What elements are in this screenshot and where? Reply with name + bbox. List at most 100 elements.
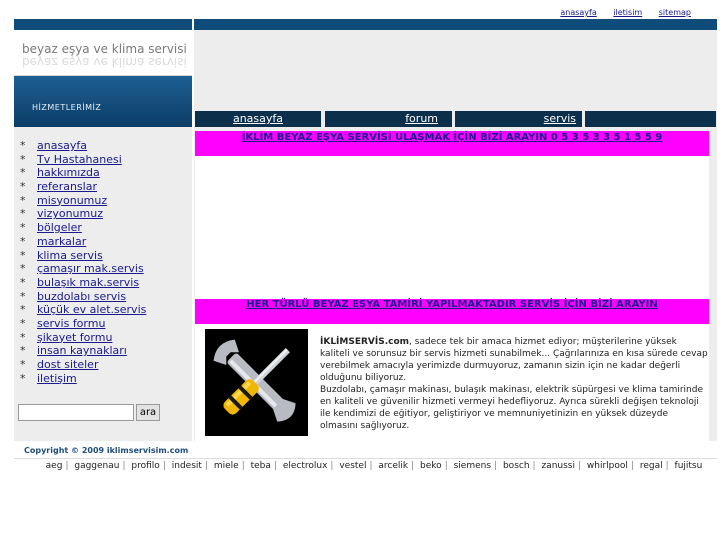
brand-item[interactable]: teba bbox=[251, 461, 271, 471]
ad-area bbox=[195, 156, 709, 299]
menu-link-kucuk-ev-alet[interactable]: küçük ev alet.servis bbox=[37, 303, 146, 316]
brand-name: İKLİMSERVİS.com bbox=[320, 337, 410, 347]
phone-banner: İKLİM BEYAZ EŞYA SERVİSİ ULAŞMAK İÇİN Bİ… bbox=[195, 131, 709, 156]
menu-item: * bölgeler bbox=[20, 221, 146, 235]
menu-bullet: * bbox=[20, 193, 26, 207]
brand-item[interactable]: gaggenau bbox=[74, 461, 119, 471]
menu-link-dost-siteler[interactable]: dost siteler bbox=[37, 358, 98, 371]
menu-bullet: * bbox=[20, 139, 26, 152]
menu-link-klima-servis[interactable]: klima servis bbox=[37, 249, 103, 262]
site-logo[interactable]: beyaz eşya ve klima servisi beyaz eşya v… bbox=[14, 30, 192, 76]
menu-bullet: * bbox=[20, 262, 26, 276]
top-link-iletisim[interactable]: iletisim bbox=[613, 8, 642, 17]
menu-bullet: * bbox=[20, 330, 26, 344]
menu-link-bolgeler[interactable]: bölgeler bbox=[37, 221, 82, 234]
menu-item: * iletişim bbox=[20, 372, 146, 386]
menu-link-insan-kaynaklari[interactable]: insan kaynakları bbox=[37, 344, 127, 357]
menu-item: * servis formu bbox=[20, 317, 146, 331]
menu-bullet: * bbox=[20, 371, 26, 385]
menu-bullet: * bbox=[20, 166, 26, 180]
menu-link-anasayfa[interactable]: anasayfa bbox=[37, 139, 87, 152]
tools-image bbox=[205, 329, 308, 436]
repair-banner-link[interactable]: HER TÜRLÜ BEYAZ EŞYA TAMİRİ YAPILMAKTADI… bbox=[246, 299, 657, 310]
menu-bullet: * bbox=[20, 275, 26, 289]
about-text: İKLİMSERVİS.com, sadece tek bir amaca hi… bbox=[320, 336, 708, 432]
top-links: anasayfa iletisim sitemap bbox=[546, 8, 691, 17]
brand-item[interactable]: fujitsu bbox=[675, 461, 703, 471]
services-menu: * anasayfa * Tv Hastahanesi * hakkımızda * r… bbox=[20, 139, 146, 385]
brand-item[interactable]: zanussi bbox=[541, 461, 575, 471]
menu-item: * referanslar bbox=[20, 180, 146, 194]
menu-bullet: * bbox=[20, 234, 26, 248]
menu-link-misyonumuz[interactable]: misyonumuz bbox=[37, 194, 107, 207]
menu-item: * vizyonumuz bbox=[20, 207, 146, 221]
menu-link-hakkimizda[interactable]: hakkımızda bbox=[37, 166, 100, 179]
content-area: İKLİMSERVİS.com, sadece tek bir amaca hi… bbox=[195, 324, 709, 441]
menu-link-tv-hastahanesi[interactable]: Tv Hastahanesi bbox=[37, 153, 122, 166]
menu-item: * klima servis bbox=[20, 249, 146, 263]
menu-link-iletisim[interactable]: iletişim bbox=[37, 372, 77, 385]
tab-servis-link[interactable]: servis bbox=[544, 112, 576, 125]
menu-link-sikayet-formu[interactable]: şikayet formu bbox=[37, 331, 112, 344]
brand-item[interactable]: regal bbox=[640, 461, 663, 471]
search-input[interactable] bbox=[18, 404, 134, 421]
copyright: Copyright © 2009 iklimservisim.com bbox=[24, 446, 189, 455]
menu-link-servis-formu[interactable]: servis formu bbox=[37, 317, 105, 330]
menu-link-buzdolabi-servis[interactable]: buzdolabı servis bbox=[37, 290, 126, 303]
search-button[interactable]: ara bbox=[136, 404, 160, 421]
menu-link-referanslar[interactable]: referanslar bbox=[37, 180, 97, 193]
menu-bullet: * bbox=[20, 221, 26, 235]
brand-item[interactable]: whirlpool bbox=[587, 461, 628, 471]
about-paragraph-2: Buzdolabı, çamaşır makinası, bulaşık mak… bbox=[320, 385, 704, 431]
menu-bullet: * bbox=[20, 248, 26, 262]
menu-item: * çamaşır mak.servis bbox=[20, 262, 146, 276]
menu-item: * insan kaynakları bbox=[20, 344, 146, 358]
footer-divider bbox=[14, 458, 717, 459]
menu-bullet: * bbox=[20, 207, 26, 221]
menu-bullet: * bbox=[20, 289, 26, 303]
menu-item: * anasayfa bbox=[20, 139, 146, 153]
menu-bullet: * bbox=[20, 316, 26, 330]
tab-forum[interactable]: forum bbox=[325, 111, 452, 127]
menu-bullet: * bbox=[20, 344, 26, 358]
tab-servis[interactable]: servis bbox=[455, 111, 582, 127]
tab-forum-link[interactable]: forum bbox=[405, 112, 438, 125]
menu-link-markalar[interactable]: markalar bbox=[37, 235, 86, 248]
phone-banner-link[interactable]: İKLİM BEYAZ EŞYA SERVİSİ ULAŞMAK İÇİN Bİ… bbox=[242, 132, 663, 143]
right-header-bar bbox=[194, 19, 717, 30]
menu-bullet: * bbox=[20, 152, 26, 166]
brand-item[interactable]: aeg bbox=[46, 461, 63, 471]
menu-link-bulasik-servis[interactable]: bulaşık mak.servis bbox=[37, 276, 139, 289]
tab-empty bbox=[585, 111, 716, 127]
top-link-sitemap[interactable]: sitemap bbox=[659, 8, 691, 17]
services-label: HİZMETLERİMİZ bbox=[32, 103, 102, 112]
tab-anasayfa[interactable]: anasayfa bbox=[195, 111, 321, 127]
left-header-bar bbox=[14, 19, 192, 30]
logo-reflection: beyaz eşya ve klima servisi bbox=[22, 56, 187, 69]
brand-item[interactable]: indesit bbox=[172, 461, 202, 471]
brand-item[interactable]: profilo bbox=[131, 461, 159, 471]
menu-item: * markalar bbox=[20, 235, 146, 249]
menu-link-vizyonumuz[interactable]: vizyonumuz bbox=[37, 207, 103, 220]
menu-item: * bulaşık mak.servis bbox=[20, 276, 146, 290]
menu-bullet: * bbox=[20, 303, 26, 317]
brand-item[interactable]: beko bbox=[420, 461, 442, 471]
brand-item[interactable]: vestel bbox=[339, 461, 366, 471]
brand-list: aeg | gaggenau | profilo | indesit | miele | … bbox=[45, 461, 703, 471]
menu-item: * Tv Hastahanesi bbox=[20, 153, 146, 167]
search-form: ara bbox=[18, 404, 160, 421]
menu-item: * dost siteler bbox=[20, 358, 146, 372]
repair-banner: HER TÜRLÜ BEYAZ EŞYA TAMİRİ YAPILMAKTADI… bbox=[195, 299, 709, 324]
menu-item: * misyonumuz bbox=[20, 194, 146, 208]
top-link-anasayfa[interactable]: anasayfa bbox=[560, 8, 596, 17]
brand-item[interactable]: miele bbox=[214, 461, 239, 471]
menu-item: * şikayet formu bbox=[20, 331, 146, 345]
brand-item[interactable]: siemens bbox=[454, 461, 491, 471]
services-header: HİZMETLERİMİZ bbox=[14, 76, 192, 127]
menu-link-camasir-servis[interactable]: çamaşır mak.servis bbox=[37, 262, 144, 275]
brand-item[interactable]: arcelik bbox=[378, 461, 408, 471]
brand-item[interactable]: bosch bbox=[503, 461, 530, 471]
menu-item: * buzdolabı servis bbox=[20, 290, 146, 304]
brand-item[interactable]: electrolux bbox=[283, 461, 328, 471]
tab-anasayfa-link[interactable]: anasayfa bbox=[233, 112, 283, 125]
